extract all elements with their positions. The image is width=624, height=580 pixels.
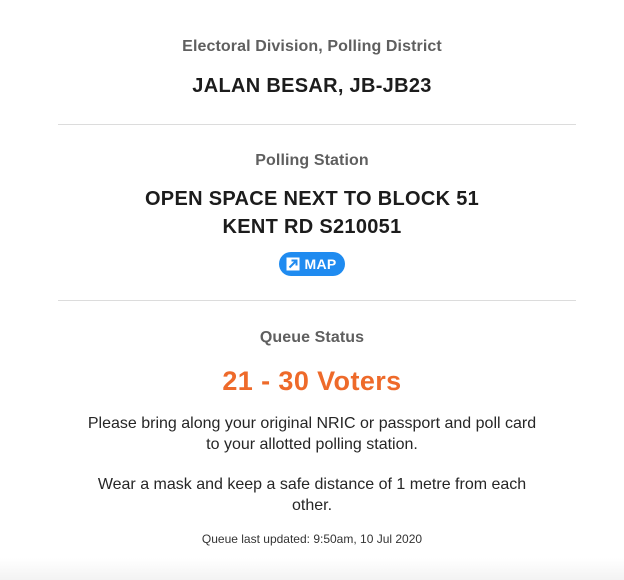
queue-count: 21 - 30 Voters	[222, 366, 402, 396]
district-value: JALAN BESAR, JB-JB23	[192, 75, 432, 97]
divider	[58, 124, 576, 125]
station-address-line1: OPEN SPACE NEXT TO BLOCK 51	[144, 188, 480, 210]
instruction-line: Please bring along your original NRIC or…	[87, 415, 537, 432]
mask-line: other.	[291, 497, 333, 514]
mask-line: Wear a mask and keep a safe distance of …	[97, 476, 527, 493]
mask-text: Wear a mask and keep a safe distance of …	[0, 474, 624, 516]
last-updated: Queue last updated: 9:50am, 10 Jul 2020	[201, 532, 423, 546]
station-label: Polling Station	[255, 152, 369, 169]
queue-label: Queue Status	[259, 329, 365, 346]
instruction-line: to your allotted polling station.	[206, 436, 418, 453]
bottom-fade	[0, 558, 624, 580]
queue-count-wrap: 21 - 30 Voters	[0, 366, 624, 397]
external-link-icon	[286, 257, 300, 271]
map-button-wrap: MAP	[0, 252, 624, 276]
station-address: OPEN SPACE NEXT TO BLOCK 51 KENT RD S210…	[0, 185, 624, 241]
polling-info-card: Electoral Division, Polling District JAL…	[0, 0, 624, 580]
station-section: Polling Station	[0, 152, 624, 170]
queue-section: Queue Status	[0, 329, 624, 347]
divider	[58, 300, 576, 301]
map-button-label: MAP	[304, 256, 337, 272]
map-button[interactable]: MAP	[279, 252, 345, 276]
district-label: Electoral Division, Polling District	[182, 38, 442, 55]
station-address-line2: KENT RD S210051	[222, 216, 402, 238]
district-section: Electoral Division, Polling District	[0, 38, 624, 56]
last-updated-wrap: Queue last updated: 9:50am, 10 Jul 2020	[0, 532, 624, 546]
district-value-wrap: JALAN BESAR, JB-JB23	[0, 72, 624, 100]
instruction-text: Please bring along your original NRIC or…	[0, 413, 624, 455]
